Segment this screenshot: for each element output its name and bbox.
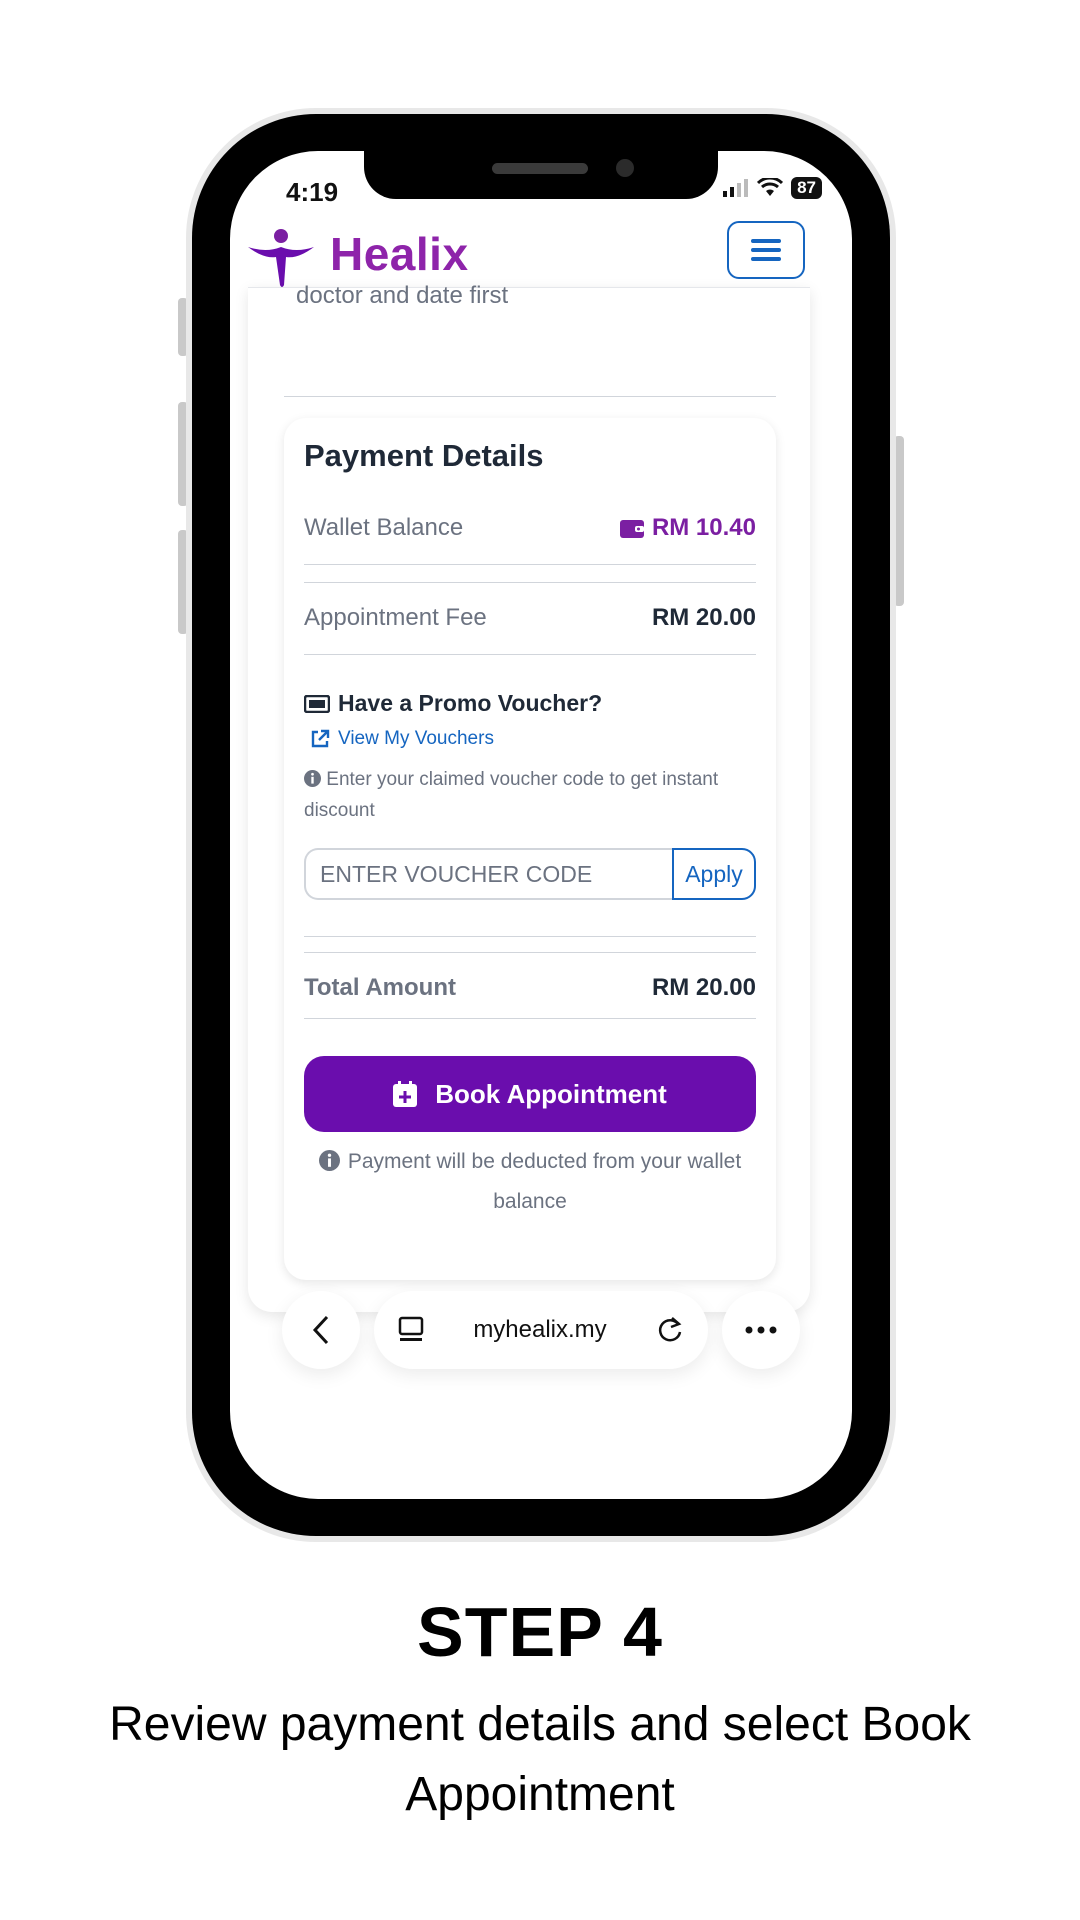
info-icon bbox=[304, 770, 321, 787]
voucher-code-input[interactable] bbox=[304, 848, 674, 900]
app-header: Healix bbox=[230, 221, 852, 291]
signal-icon bbox=[723, 179, 749, 197]
calendar-plus-icon bbox=[393, 1081, 418, 1107]
total-label: Total Amount bbox=[304, 974, 456, 1001]
divider bbox=[304, 952, 756, 953]
browser-toolbar: myhealix.my bbox=[230, 1291, 852, 1381]
wallet-icon bbox=[619, 520, 644, 538]
wallet-value: RM 10.40 bbox=[619, 514, 756, 542]
promo-title: Have a Promo Voucher? bbox=[338, 690, 603, 716]
phone-screen: 4:19 87 Healix doctor and date first Pay… bbox=[230, 151, 852, 1499]
url-text: myhealix.my bbox=[473, 1316, 607, 1343]
step-title: STEP 4 bbox=[417, 1593, 663, 1671]
wallet-label: Wallet Balance bbox=[304, 514, 464, 541]
hint-text: Enter your claimed voucher code to get i… bbox=[304, 769, 719, 821]
info-icon bbox=[318, 1150, 340, 1171]
fee-value: RM 20.00 bbox=[651, 604, 756, 631]
notch bbox=[364, 151, 718, 199]
battery-indicator: 87 bbox=[791, 177, 822, 199]
wallet-row: Wallet Balance RM 10.40 bbox=[304, 514, 756, 542]
fee-label: Appointment Fee bbox=[304, 604, 487, 631]
menu-button[interactable] bbox=[727, 221, 805, 279]
speaker bbox=[492, 163, 588, 174]
book-appointment-button[interactable]: Book Appointment bbox=[304, 1056, 756, 1132]
step-description: Review payment details and select Book A… bbox=[109, 1698, 971, 1821]
divider bbox=[304, 936, 756, 937]
ticket-icon bbox=[304, 694, 330, 713]
more-options-button[interactable] bbox=[722, 1291, 800, 1369]
more-dots-icon bbox=[745, 1326, 777, 1334]
divider bbox=[304, 582, 756, 583]
total-row: Total Amount RM 20.00 bbox=[304, 974, 756, 1002]
total-value: RM 20.00 bbox=[651, 974, 756, 1001]
divider bbox=[304, 564, 756, 565]
divider bbox=[304, 654, 756, 655]
book-appointment-label: Book Appointment bbox=[435, 1078, 667, 1109]
payment-title: Payment Details bbox=[304, 438, 544, 473]
external-link-icon bbox=[311, 729, 330, 748]
brand-name: Healix bbox=[330, 228, 469, 280]
back-button[interactable] bbox=[282, 1291, 360, 1369]
address-bar[interactable]: myhealix.my bbox=[374, 1291, 708, 1369]
camera bbox=[616, 159, 634, 177]
tab-overview-icon bbox=[398, 1316, 424, 1341]
apply-button[interactable]: Apply bbox=[672, 848, 756, 900]
wifi-icon bbox=[757, 178, 784, 196]
divider bbox=[284, 396, 776, 397]
view-vouchers-label: View My Vouchers bbox=[338, 728, 494, 749]
note-text: Payment will be deducted from your walle… bbox=[347, 1150, 742, 1213]
reload-icon[interactable] bbox=[656, 1316, 684, 1344]
clipped-instruction: doctor and date first bbox=[296, 282, 509, 309]
divider bbox=[304, 1018, 756, 1019]
status-time: 4:19 bbox=[286, 177, 339, 207]
chevron-left-icon bbox=[312, 1315, 329, 1345]
voucher-hint: Enter your claimed voucher code to get i… bbox=[304, 764, 756, 826]
booking-card: doctor and date first Payment Details Wa… bbox=[248, 282, 810, 1312]
wallet-amount: RM 10.40 bbox=[651, 514, 756, 541]
fee-row: Appointment Fee RM 20.00 bbox=[304, 604, 756, 632]
payment-note: Payment will be deducted from your walle… bbox=[304, 1142, 756, 1222]
healix-logo-icon bbox=[248, 229, 314, 287]
hamburger-icon bbox=[751, 239, 781, 261]
view-vouchers-link[interactable]: View My Vouchers bbox=[310, 728, 762, 750]
status-icons: 87 bbox=[723, 177, 822, 199]
payment-details-card: Payment Details Wallet Balance RM 10.40 … bbox=[284, 418, 776, 1280]
promo-heading: Have a Promo Voucher? bbox=[304, 690, 756, 717]
